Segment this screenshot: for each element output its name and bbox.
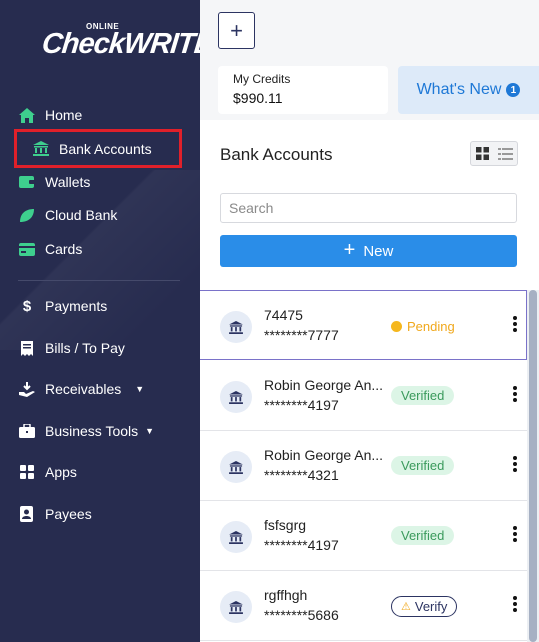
card-icon <box>18 240 36 258</box>
sidebar-item-payees[interactable]: Payees <box>18 498 182 530</box>
dollar-icon: $ <box>22 297 32 315</box>
whats-new-button[interactable]: What's New 1 <box>398 66 539 114</box>
accounts-list: 74475 ********7777 Pending Robin George … <box>200 290 527 642</box>
account-name: fsfsgrg <box>264 517 307 533</box>
bank-icon <box>220 591 252 623</box>
sidebar-item-bank-accounts[interactable]: Bank Accounts <box>14 129 182 168</box>
account-row[interactable]: rgffhgh ********5686 ⚠ Verify <box>200 571 527 641</box>
new-button-label: New <box>363 242 394 260</box>
sidebar-item-label: Payees <box>45 506 92 522</box>
sidebar-item-label: Cloud Bank <box>45 207 118 223</box>
bank-icon <box>220 451 252 483</box>
credits-label: My Credits <box>233 72 291 86</box>
chevron-down-icon: ▼ <box>135 384 145 394</box>
account-name: 74475 <box>264 307 303 323</box>
logo-text: CheckWRITER <box>40 28 200 60</box>
verify-button[interactable]: ⚠ Verify <box>391 596 458 617</box>
sidebar-item-wallets[interactable]: Wallets <box>18 166 182 198</box>
account-number: ********5686 <box>264 607 339 623</box>
account-number: ********4197 <box>264 397 339 413</box>
sidebar-item-apps[interactable]: Apps <box>18 456 182 488</box>
plus-icon: + <box>343 238 356 261</box>
list-view-icon[interactable] <box>494 142 517 165</box>
payee-icon <box>18 505 36 523</box>
sidebar-item-receivables[interactable]: Receivables ▼ <box>18 373 182 405</box>
add-button[interactable]: + <box>218 12 255 49</box>
search-input[interactable] <box>220 193 517 223</box>
sidebar-item-label: Payments <box>45 298 108 314</box>
account-number: ********4197 <box>264 537 339 553</box>
view-toggle <box>470 141 518 166</box>
account-row[interactable]: 74475 ********7777 Pending <box>200 290 527 360</box>
leaf-icon <box>18 206 36 224</box>
bank-icon <box>220 381 252 413</box>
briefcase-icon <box>18 422 36 440</box>
account-row[interactable]: Robin George An... ********4197 Verified <box>200 361 527 431</box>
status-badge: Verified <box>391 456 455 475</box>
sidebar-item-payments[interactable]: $ Payments <box>18 290 182 322</box>
sidebar-item-label: Cards <box>45 241 83 257</box>
home-icon <box>18 106 36 124</box>
status-badge: Verified <box>391 386 455 405</box>
sidebar-item-label: Business Tools <box>45 423 139 439</box>
sidebar-item-label: Home <box>45 107 83 123</box>
bank-accounts-panel: Bank Accounts + New 74475 ********7777 <box>200 120 539 642</box>
apps-grid-icon <box>18 463 36 481</box>
sidebar-item-label: Bills / To Pay <box>45 340 125 356</box>
verify-label: Verify <box>414 599 448 614</box>
credits-card: My Credits $990.11 <box>218 66 388 114</box>
chevron-down-icon: ▼ <box>145 426 155 436</box>
account-number: ********4321 <box>264 467 339 483</box>
status-text: Pending <box>407 319 455 334</box>
page-title: Bank Accounts <box>220 145 333 164</box>
status-badge: Verified <box>391 526 455 545</box>
sidebar-item-cloud-bank[interactable]: Cloud Bank <box>18 199 182 231</box>
notification-badge: 1 <box>506 83 521 97</box>
sidebar: ONLINE CheckWRITER Home Bank Accounts Wa… <box>0 0 200 642</box>
account-name: Robin George An... <box>264 447 384 463</box>
bill-icon <box>18 339 36 357</box>
account-row[interactable]: Robin George An... ********4321 Verified <box>200 431 527 501</box>
new-account-button[interactable]: + New <box>220 235 517 267</box>
account-name: Robin George An... <box>264 377 384 393</box>
sidebar-item-home[interactable]: Home <box>18 99 182 131</box>
account-row[interactable]: fsfsgrg ********4197 Verified <box>200 501 527 571</box>
credits-value: $990.11 <box>233 90 283 106</box>
wallet-icon <box>18 173 36 191</box>
sidebar-item-bills[interactable]: Bills / To Pay <box>18 332 182 364</box>
more-options-icon[interactable] <box>512 596 518 614</box>
sidebar-item-label: Apps <box>45 464 77 480</box>
bank-icon <box>220 521 252 553</box>
more-options-icon[interactable] <box>512 316 518 334</box>
sidebar-divider <box>18 280 180 281</box>
account-name: rgffhgh <box>264 587 308 603</box>
sidebar-item-cards[interactable]: Cards <box>18 233 182 265</box>
warning-icon: ⚠ <box>401 601 411 613</box>
sidebar-item-business-tools[interactable]: Business Tools ▼ <box>18 415 182 447</box>
receive-icon <box>18 380 36 398</box>
bank-icon <box>32 140 50 158</box>
grid-view-icon[interactable] <box>471 142 494 165</box>
more-options-icon[interactable] <box>512 526 518 544</box>
bank-icon <box>220 311 252 343</box>
sidebar-item-label: Wallets <box>45 174 91 190</box>
main-area: + My Credits $990.11 What's New 1 Bank A… <box>200 0 539 642</box>
status-badge: Pending <box>391 319 455 334</box>
pending-dot-icon <box>391 321 402 332</box>
account-number: ********7777 <box>264 327 339 343</box>
scrollbar[interactable] <box>527 290 539 642</box>
whats-new-label: What's New <box>416 81 502 98</box>
more-options-icon[interactable] <box>512 386 518 404</box>
sidebar-item-label: Bank Accounts <box>59 140 152 157</box>
more-options-icon[interactable] <box>512 456 518 474</box>
sidebar-item-label: Receivables <box>45 381 122 397</box>
scrollbar-thumb[interactable] <box>529 290 537 642</box>
app-logo[interactable]: ONLINE CheckWRITER <box>40 14 200 76</box>
